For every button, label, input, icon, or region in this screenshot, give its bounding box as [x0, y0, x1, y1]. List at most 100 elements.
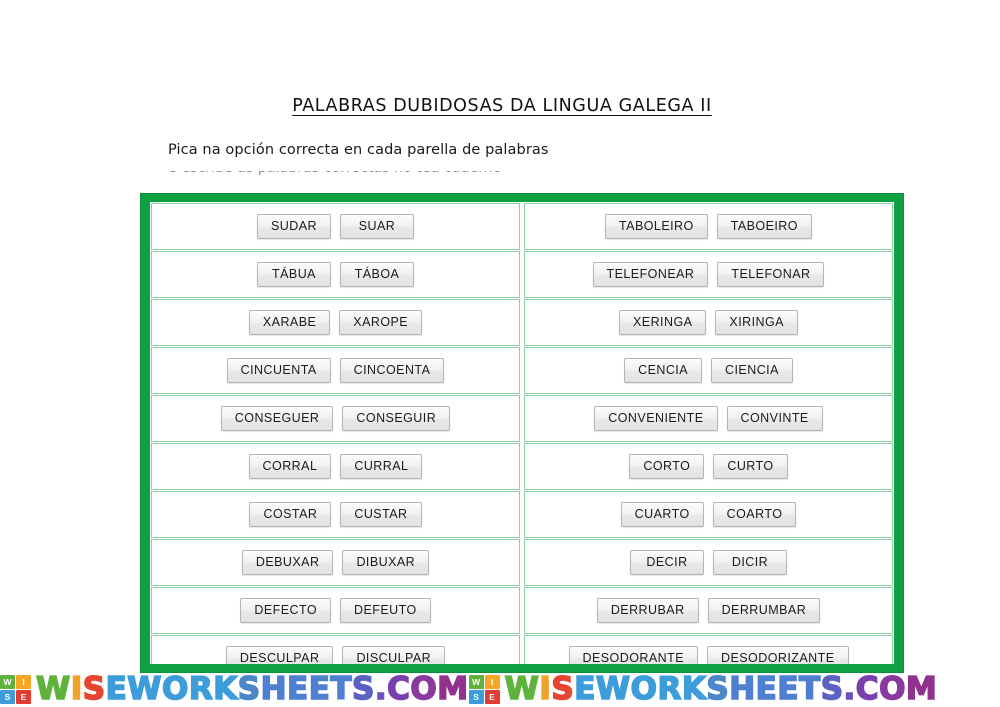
word-option-button[interactable]: CONVINTE: [726, 406, 823, 431]
watermark-letter: O: [630, 671, 658, 707]
word-option-button[interactable]: DISCULPAR: [342, 646, 446, 664]
wise-badge-letter: S: [468, 690, 484, 704]
word-pair-cell: TABOLEIRO TABOEIRO: [524, 203, 893, 250]
watermark-letter: W: [504, 671, 540, 707]
word-option-button[interactable]: CONVENIENTE: [594, 406, 718, 431]
word-option-button[interactable]: CONSEGUER: [220, 406, 334, 431]
word-option-button[interactable]: DESODORANTE: [568, 646, 698, 664]
word-option-button[interactable]: DEBUXAR: [241, 550, 334, 575]
word-option-button[interactable]: CORRAL: [248, 454, 332, 479]
word-option-button[interactable]: DERRUBAR: [596, 598, 699, 623]
word-option-button[interactable]: CORTO: [629, 454, 705, 479]
wise-badge-letter: E: [484, 690, 500, 704]
word-option-button[interactable]: COARTO: [712, 502, 797, 527]
wise-badge-icon: WISE: [0, 675, 31, 704]
word-pair-cell: DERRUBAR DERRUMBAR: [524, 587, 893, 634]
word-option-button[interactable]: DEFEUTO: [340, 598, 431, 623]
word-option-button[interactable]: CENCIA: [624, 358, 703, 383]
watermark-letter: K: [681, 671, 707, 707]
left-column: SUDAR SUAR TÁBUA TÁBOA XARABE XAROPE CINCUENTA…: [151, 203, 520, 664]
watermark-letter: T: [798, 671, 821, 707]
watermark-letter: S: [820, 671, 844, 707]
wise-badge-letter: W: [468, 675, 484, 689]
watermark-text: WISEWORKSHEETS.COM: [35, 671, 469, 707]
watermark-letter: K: [212, 671, 238, 707]
word-option-button[interactable]: TÁBUA: [257, 262, 331, 287]
word-option-button[interactable]: DESCULPAR: [225, 646, 334, 664]
word-option-button[interactable]: CUSTAR: [340, 502, 422, 527]
watermark-letter: W: [35, 671, 71, 707]
word-pair-cell: CORTO CURTO: [524, 443, 893, 490]
watermark-letter: .: [374, 671, 388, 707]
watermark-text: WISEWORKSHEETS.COM: [504, 671, 938, 707]
watermark-logo: WISEWISEWORKSHEETS.COM: [468, 671, 938, 707]
watermark-letter: S: [551, 671, 575, 707]
watermark-letter: R: [657, 671, 682, 707]
word-option-button[interactable]: CIENCIA: [711, 358, 793, 383]
word-pair-cell: TELEFONEAR TELEFONAR: [524, 251, 893, 298]
word-option-button[interactable]: XARABE: [248, 310, 331, 335]
watermark-letter: .: [843, 671, 856, 707]
word-option-button[interactable]: DIBUXAR: [342, 550, 430, 575]
word-option-button[interactable]: TELEFONAR: [717, 262, 825, 287]
watermark-letter: M: [436, 671, 469, 707]
word-pair-cell: CONVENIENTE CONVINTE: [524, 395, 893, 442]
wise-badge-letter: E: [16, 690, 31, 704]
watermark-letter: H: [260, 671, 288, 707]
instruction-text: Pica na opción correcta en cada parella …: [168, 142, 549, 158]
word-option-button[interactable]: TÁBOA: [340, 262, 414, 287]
word-option-button[interactable]: CINCOENTA: [339, 358, 445, 383]
word-option-button[interactable]: DECIR: [630, 550, 704, 575]
watermark-letter: E: [755, 671, 778, 707]
word-option-button[interactable]: SUDAR: [256, 214, 331, 239]
word-option-button[interactable]: DESODORIZANTE: [707, 646, 849, 664]
watermark-letter: E: [308, 671, 331, 707]
word-option-button[interactable]: TABOEIRO: [716, 214, 812, 239]
word-option-button[interactable]: CINCUENTA: [226, 358, 331, 383]
word-option-button[interactable]: DEFECTO: [240, 598, 331, 623]
word-option-button[interactable]: CURRAL: [340, 454, 423, 479]
word-option-button[interactable]: XAROPE: [339, 310, 423, 335]
word-option-button[interactable]: COSTAR: [249, 502, 332, 527]
watermark-letter: O: [161, 671, 189, 707]
watermark-letter: S: [351, 671, 375, 707]
wise-badge-letter: W: [0, 675, 15, 689]
word-pair-cell: DESODORANTE DESODORIZANTE: [524, 635, 893, 664]
wise-badge-letter: S: [0, 690, 15, 704]
watermark-letter: S: [706, 671, 730, 707]
activity-frame: SUDAR SUAR TÁBUA TÁBOA XARABE XAROPE CINCUENTA…: [140, 193, 904, 673]
page-header: PALABRAS DUBIDOSAS DA LINGUA GALEGA II P…: [0, 0, 1000, 158]
wise-badge-letter: I: [16, 675, 31, 689]
word-option-button[interactable]: TABOLEIRO: [605, 214, 708, 239]
watermark-letter: E: [286, 671, 309, 707]
word-pair-cell: TÁBUA TÁBOA: [151, 251, 520, 298]
watermark-letter: C: [855, 671, 880, 707]
word-option-button[interactable]: CURTO: [713, 454, 788, 479]
watermark-letter: I: [70, 671, 83, 707]
watermark-letter: O: [410, 671, 438, 707]
activity-grid: SUDAR SUAR TÁBUA TÁBOA XARABE XAROPE CINCUENTA…: [150, 202, 894, 664]
word-option-button[interactable]: XERINGA: [619, 310, 707, 335]
word-option-button[interactable]: DERRUMBAR: [707, 598, 821, 623]
word-option-button[interactable]: XIRINGA: [715, 310, 798, 335]
word-option-button[interactable]: CONSEGUIR: [342, 406, 451, 431]
page-title: PALABRAS DUBIDOSAS DA LINGUA GALEGA II: [292, 96, 712, 116]
word-pair-cell: DEBUXAR DIBUXAR: [151, 539, 520, 586]
word-option-button[interactable]: TELEFONEAR: [592, 262, 709, 287]
clipped-secondary-line-text: e escribe as palabras correctas no teu c…: [168, 171, 868, 176]
word-option-button[interactable]: DICIR: [713, 550, 787, 575]
word-pair-cell: SUDAR SUAR: [151, 203, 520, 250]
watermark-letter: H: [728, 671, 756, 707]
watermark-letter: E: [573, 671, 596, 707]
word-pair-cell: CUARTO COARTO: [524, 491, 893, 538]
watermark-letter: C: [386, 671, 411, 707]
word-pair-cell: CINCUENTA CINCOENTA: [151, 347, 520, 394]
word-pair-cell: COSTAR CUSTAR: [151, 491, 520, 538]
word-option-button[interactable]: SUAR: [340, 214, 414, 239]
word-pair-cell: CENCIA CIENCIA: [524, 347, 893, 394]
word-option-button[interactable]: CUARTO: [620, 502, 704, 527]
wise-badge-letter: I: [484, 675, 500, 689]
watermark-logo: WISEWISEWORKSHEETS.COM: [0, 671, 469, 707]
watermark-letter: M: [905, 671, 938, 707]
word-pair-cell: DESCULPAR DISCULPAR: [151, 635, 520, 664]
